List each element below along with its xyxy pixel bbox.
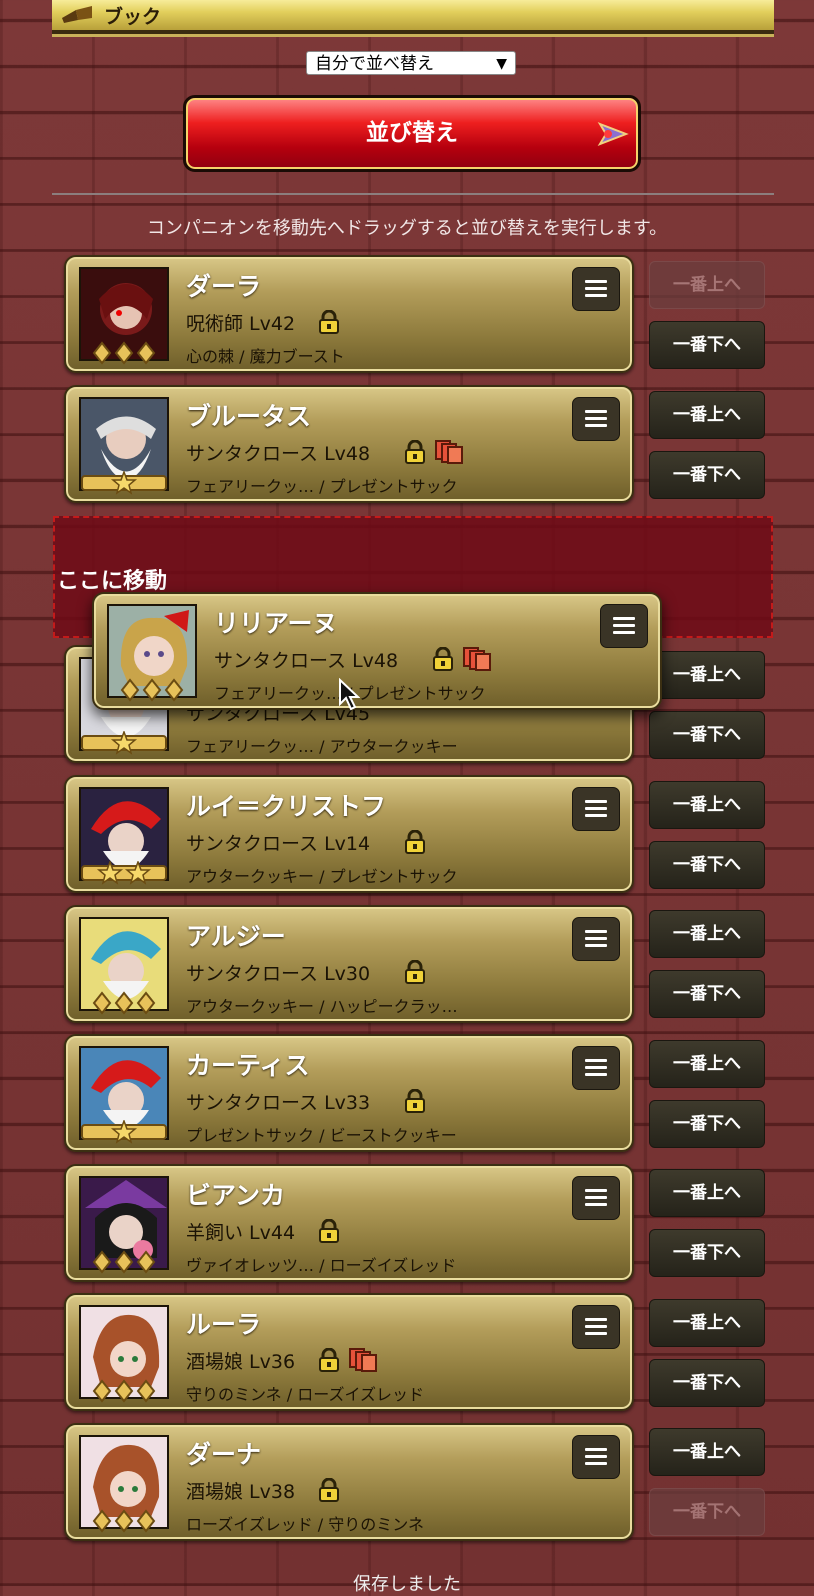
move-top-button[interactable]: 一番上へ — [649, 1428, 765, 1476]
move-bottom-button[interactable]: 一番下へ — [649, 1488, 765, 1536]
companion-skills: アウタークッキー / ハッピークラッ… — [186, 997, 458, 1016]
companion-card[interactable]: ブルータス サンタクロース Lv48 フェアリークッ… / プレゼントサック — [64, 385, 634, 503]
companion-class: サンタクロース Lv30 — [186, 963, 371, 985]
menu-button[interactable] — [572, 917, 620, 961]
move-bottom-button[interactable]: 一番下へ — [649, 711, 765, 759]
companion-skills: 守りのミンネ / ローズイズレッド — [186, 1385, 424, 1404]
move-bottom-button[interactable]: 一番下へ — [649, 970, 765, 1018]
companion-skills: ローズイズレッド / 守りのミンネ — [186, 1515, 424, 1534]
lock-icon — [405, 830, 425, 854]
move-top-button[interactable]: 一番上へ — [649, 781, 765, 829]
companion-class: 酒場娘 Lv38 — [186, 1481, 296, 1503]
rank-star-icon — [81, 731, 167, 755]
move-bottom-button[interactable]: 一番下へ — [649, 1100, 765, 1148]
menu-button[interactable] — [572, 1046, 620, 1090]
dragged-companion-card[interactable]: リリアーヌ サンタクロース Lv48 フェアリークッ… / プレゼントサック — [92, 592, 662, 710]
move-top-button[interactable]: 一番上へ — [649, 1299, 765, 1347]
cards-icon — [463, 647, 491, 671]
lock-icon — [405, 960, 425, 984]
rank-diamonds-icon — [92, 1250, 156, 1274]
companion-class: サンタクロース Lv33 — [186, 1092, 371, 1114]
companion-name: ルーラ — [186, 1310, 262, 1339]
menu-button[interactable] — [572, 397, 620, 441]
companion-class: 呪術師 Lv42 — [186, 313, 296, 335]
cards-icon — [349, 1348, 377, 1372]
lock-icon — [319, 1478, 339, 1502]
companion-card[interactable]: ダーナ 酒場娘 Lv38 ローズイズレッド / 守りのミンネ — [64, 1423, 634, 1541]
rank-diamonds-icon — [120, 678, 184, 702]
lock-icon — [319, 310, 339, 334]
sort-button-label: 並び替え — [366, 120, 458, 146]
companion-skills: ヴァイオレッツ… / ローズイズレッド — [186, 1256, 457, 1275]
companion-class: サンタクロース Lv14 — [186, 833, 371, 855]
companion-class: 酒場娘 Lv36 — [186, 1351, 296, 1373]
rank-diamonds-icon — [92, 991, 156, 1015]
lock-icon — [405, 440, 425, 464]
book-header: ブック — [52, 0, 774, 34]
lock-icon — [319, 1219, 339, 1243]
menu-button[interactable] — [572, 1305, 620, 1349]
companion-name: ビアンカ — [186, 1181, 286, 1210]
lock-icon — [319, 1348, 339, 1372]
menu-button[interactable] — [572, 1176, 620, 1220]
companion-name: ブルータス — [186, 402, 312, 431]
companion-card[interactable]: カーティス サンタクロース Lv33 プレゼントサック / ビーストクッキー — [64, 1034, 634, 1152]
sort-mode-value: 自分で並べ替え — [315, 54, 434, 74]
divider — [52, 193, 774, 195]
chevron-down-icon: ▼ — [496, 56, 507, 72]
move-top-button[interactable]: 一番上へ — [649, 651, 765, 699]
companion-name: アルジー — [186, 922, 286, 951]
rank-star-icon — [81, 1120, 167, 1144]
companion-card[interactable]: アルジー サンタクロース Lv30 アウタークッキー / ハッピークラッ… — [64, 905, 634, 1023]
lock-icon — [433, 647, 453, 671]
book-icon — [62, 6, 92, 23]
rank-diamonds-icon — [92, 1379, 156, 1403]
move-top-button[interactable]: 一番上へ — [649, 1169, 765, 1217]
menu-button[interactable] — [600, 604, 648, 648]
move-top-button[interactable]: 一番上へ — [649, 261, 765, 309]
companion-name: ダーラ — [186, 272, 262, 301]
drag-hint: コンパニオンを移動先へドラッグすると並び替えを実行します。 — [146, 218, 668, 239]
cards-icon — [435, 440, 463, 464]
move-top-button[interactable]: 一番上へ — [649, 910, 765, 958]
companion-skills: フェアリークッ… / プレゼントサック — [186, 477, 458, 496]
companion-name: ダーナ — [186, 1440, 262, 1469]
companion-card[interactable]: ルイ＝クリストフ サンタクロース Lv14 アウタークッキー / プレゼントサッ… — [64, 775, 634, 893]
companion-class: サンタクロース Lv48 — [214, 650, 399, 672]
mouse-cursor-icon — [339, 678, 360, 711]
companion-skills: フェアリークッ… / アウタークッキー — [186, 737, 458, 756]
companion-card[interactable]: ビアンカ 羊飼い Lv44 ヴァイオレッツ… / ローズイズレッド — [64, 1164, 634, 1282]
menu-button[interactable] — [572, 1435, 620, 1479]
saved-status: 保存しました — [353, 1574, 461, 1595]
companion-skills: アウタークッキー / プレゼントサック — [186, 867, 458, 886]
companion-card[interactable]: ルーラ 酒場娘 Lv36 守りのミンネ / ローズイズレッド — [64, 1293, 634, 1411]
lock-icon — [405, 1089, 425, 1113]
move-top-button[interactable]: 一番上へ — [649, 391, 765, 439]
rank-diamonds-icon — [92, 341, 156, 365]
move-bottom-button[interactable]: 一番下へ — [649, 451, 765, 499]
sort-button[interactable]: 並び替え — [183, 95, 641, 172]
companion-name: カーティス — [186, 1051, 310, 1080]
rank-diamonds-icon — [92, 1509, 156, 1533]
companion-name: ルイ＝クリストフ — [186, 792, 387, 821]
companion-name: リリアーヌ — [214, 609, 338, 638]
drop-zone-label: ここに移動 — [57, 569, 168, 594]
move-bottom-button[interactable]: 一番下へ — [649, 1229, 765, 1277]
move-top-button[interactable]: 一番上へ — [649, 1040, 765, 1088]
companion-card[interactable]: ダーラ 呪術師 Lv42 心の棘 / 魔力ブースト — [64, 255, 634, 373]
companion-skills: 心の棘 / 魔力ブースト — [186, 347, 345, 366]
companion-class: サンタクロース Lv48 — [186, 443, 371, 465]
move-bottom-button[interactable]: 一番下へ — [649, 841, 765, 889]
rank-two-star-icon — [81, 861, 167, 885]
arrow-right-icon — [597, 122, 629, 146]
companion-skills: プレゼントサック / ビーストクッキー — [186, 1126, 457, 1145]
menu-button[interactable] — [572, 267, 620, 311]
companion-class: 羊飼い Lv44 — [186, 1222, 296, 1244]
sort-mode-select[interactable]: 自分で並べ替え ▼ — [306, 51, 516, 75]
menu-button[interactable] — [572, 787, 620, 831]
page-title: ブック — [104, 6, 162, 28]
move-bottom-button[interactable]: 一番下へ — [649, 1359, 765, 1407]
rank-star-icon — [81, 471, 167, 495]
move-bottom-button[interactable]: 一番下へ — [649, 321, 765, 369]
